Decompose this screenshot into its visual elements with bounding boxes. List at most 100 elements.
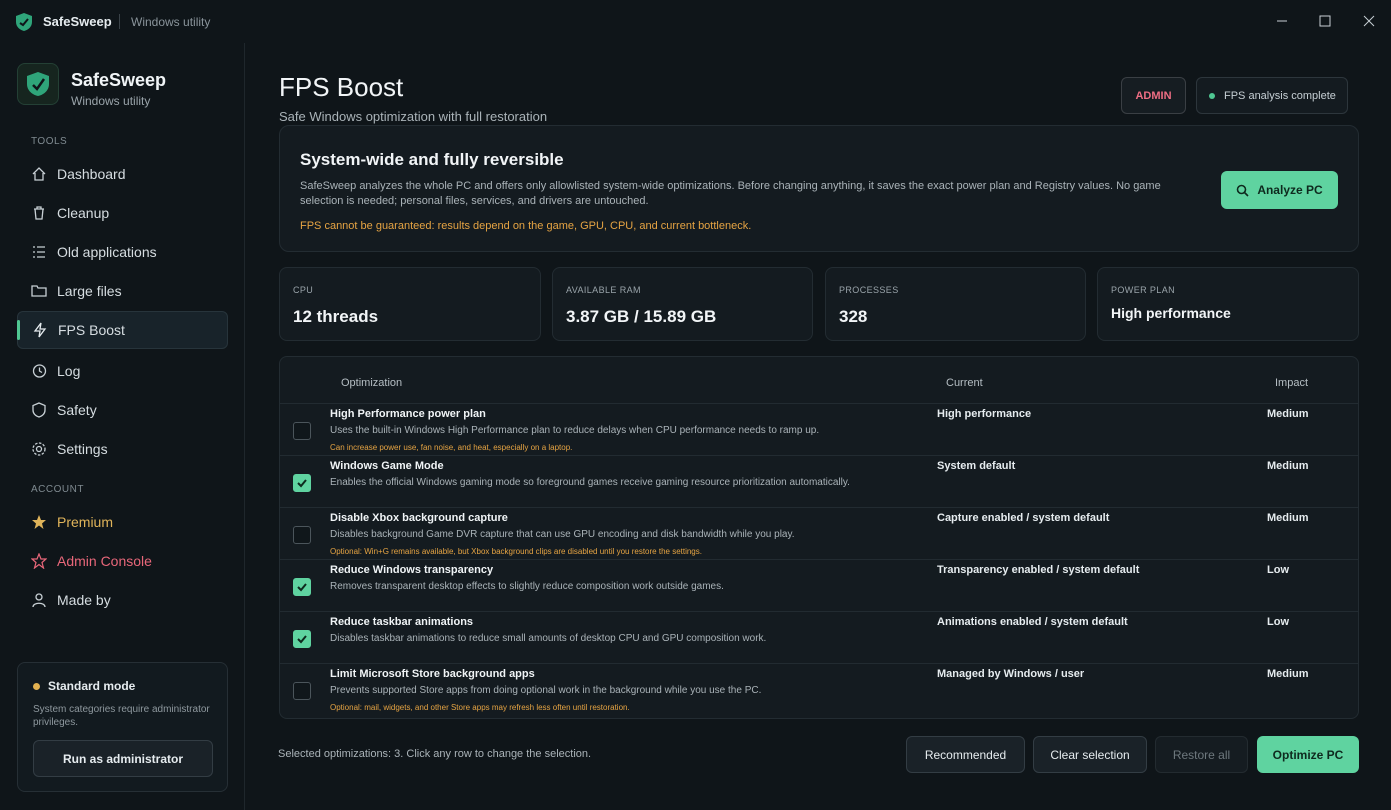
sidebar-item-made-by[interactable]: Made by (17, 581, 228, 619)
status-text: FPS analysis complete (1224, 89, 1336, 102)
sidebar-item-log[interactable]: Log (17, 352, 228, 390)
row-description: Uses the built-in Windows High Performan… (330, 425, 820, 436)
search-icon (1236, 184, 1249, 197)
check-icon (297, 583, 307, 592)
trash-icon (31, 205, 47, 221)
restore-all-button[interactable]: Restore all (1155, 736, 1248, 773)
tools-section-label: TOOLS (31, 136, 68, 147)
recommended-button[interactable]: Recommended (906, 736, 1025, 773)
info-title: System-wide and fully reversible (300, 150, 564, 169)
status-pill: FPS analysis complete (1196, 77, 1348, 114)
row-current: Animations enabled / system default (937, 616, 1128, 628)
brand-name: SafeSweep (71, 70, 167, 90)
stat-value: 3.87 GB / 15.89 GB (566, 307, 717, 326)
row-impact: Low (1267, 564, 1289, 576)
shield-broom-icon (27, 72, 49, 96)
user-icon (31, 592, 47, 608)
row-checkbox[interactable] (293, 526, 311, 544)
row-current: Transparency enabled / system default (937, 564, 1140, 576)
stat-label: CPU (293, 285, 314, 295)
table-row[interactable]: Windows Game Mode Enables the official W… (280, 455, 1358, 507)
brand: SafeSweep Windows utility (17, 63, 237, 113)
sidebar-item-large-files[interactable]: Large files (17, 272, 228, 310)
row-description: Enables the official Windows gaming mode… (330, 477, 850, 488)
info-description: SafeSweep analyzes the whole PC and offe… (300, 180, 1161, 207)
row-impact: Low (1267, 616, 1289, 628)
analyze-pc-button[interactable]: Analyze PC (1221, 171, 1338, 209)
sidebar-item-label: Cleanup (57, 205, 110, 221)
row-name: Windows Game Mode (330, 460, 444, 472)
mode-description: System categories require administrator … (33, 704, 210, 728)
mode-status-dot (33, 683, 40, 690)
sidebar-item-label: Premium (57, 514, 114, 530)
stat-cpu: CPU 12 threads (279, 267, 541, 341)
row-description: Removes transparent desktop effects to s… (330, 581, 724, 592)
bolt-icon (32, 322, 48, 338)
account-section-label: ACCOUNT (31, 484, 84, 495)
row-impact: Medium (1267, 512, 1309, 524)
run-as-admin-button[interactable]: Run as administrator (33, 740, 213, 777)
selection-summary: Selected optimizations: 3. Click any row… (278, 748, 592, 760)
row-checkbox[interactable] (293, 630, 311, 648)
row-impact: Medium (1267, 460, 1309, 472)
stat-label: POWER PLAN (1111, 285, 1176, 295)
stat-value: High performance (1111, 305, 1231, 321)
sidebar-item-admin-console[interactable]: Admin Console (17, 542, 228, 580)
sidebar-item-premium[interactable]: Premium (17, 503, 228, 541)
row-current: Capture enabled / system default (937, 512, 1110, 524)
row-impact: Medium (1267, 408, 1309, 420)
mode-card: Standard mode System categories require … (17, 662, 228, 792)
column-header-impact: Impact (1275, 377, 1309, 389)
table-row[interactable]: Reduce taskbar animations Disables taskb… (280, 611, 1358, 663)
sidebar-item-label: Admin Console (57, 553, 152, 569)
stat-ram: AVAILABLE RAM 3.87 GB / 15.89 GB (552, 267, 813, 341)
row-impact: Medium (1267, 668, 1309, 680)
row-current: High performance (937, 408, 1032, 420)
row-name: Reduce Windows transparency (330, 564, 494, 576)
check-icon (297, 635, 307, 644)
check-icon (297, 479, 307, 488)
maximize-button[interactable] (1305, 6, 1345, 36)
sidebar-item-settings[interactable]: Settings (17, 430, 228, 468)
brand-logo (17, 63, 59, 105)
shield-icon (31, 402, 47, 418)
mode-title: Standard mode (48, 679, 136, 693)
status-dot (1209, 92, 1215, 99)
row-warning: Optional: mail, widgets, and other Store… (330, 703, 630, 712)
clear-selection-button[interactable]: Clear selection (1033, 736, 1147, 773)
sidebar-item-label: Dashboard (57, 166, 126, 182)
table-row[interactable]: High Performance power plan Uses the bui… (280, 403, 1358, 455)
row-name: Disable Xbox background capture (330, 512, 508, 524)
analyze-pc-label: Analyze PC (1257, 183, 1323, 197)
row-description: Prevents supported Store apps from doing… (330, 685, 762, 696)
row-checkbox[interactable] (293, 578, 311, 596)
folder-icon (31, 283, 47, 299)
row-name: High Performance power plan (330, 408, 486, 420)
optimizations-table: Optimization Current Impact High Perform… (279, 356, 1359, 719)
title-bar: SafeSweep Windows utility (0, 0, 1391, 43)
row-checkbox[interactable] (293, 474, 311, 492)
app-title: SafeSweep (43, 14, 112, 29)
sidebar-item-dashboard[interactable]: Dashboard (17, 155, 228, 193)
table-row[interactable]: Limit Microsoft Store background apps Pr… (280, 663, 1358, 715)
table-row[interactable]: Reduce Windows transparency Removes tran… (280, 559, 1358, 611)
sidebar-item-label: Safety (57, 402, 97, 418)
sidebar-item-label: Old applications (57, 244, 157, 260)
info-panel: System-wide and fully reversible SafeSwe… (279, 125, 1359, 252)
shield-logo-icon (16, 13, 32, 31)
sidebar-item-cleanup[interactable]: Cleanup (17, 194, 228, 232)
row-checkbox[interactable] (293, 422, 311, 440)
star-icon (31, 514, 47, 530)
stat-value: 328 (839, 307, 868, 326)
minimize-button[interactable] (1262, 6, 1302, 36)
sidebar-item-fps-boost[interactable]: FPS Boost (17, 311, 228, 349)
optimize-pc-button[interactable]: Optimize PC (1257, 736, 1359, 773)
sidebar-item-old-applications[interactable]: Old applications (17, 233, 228, 271)
maximize-icon (1319, 15, 1331, 27)
page-subtitle: Safe Windows optimization with full rest… (279, 109, 548, 124)
sidebar-item-safety[interactable]: Safety (17, 391, 228, 429)
row-checkbox[interactable] (293, 682, 311, 700)
close-button[interactable] (1349, 6, 1389, 36)
row-warning: Can increase power use, fan noise, and h… (330, 443, 573, 452)
table-row[interactable]: Disable Xbox background capture Disables… (280, 507, 1358, 559)
